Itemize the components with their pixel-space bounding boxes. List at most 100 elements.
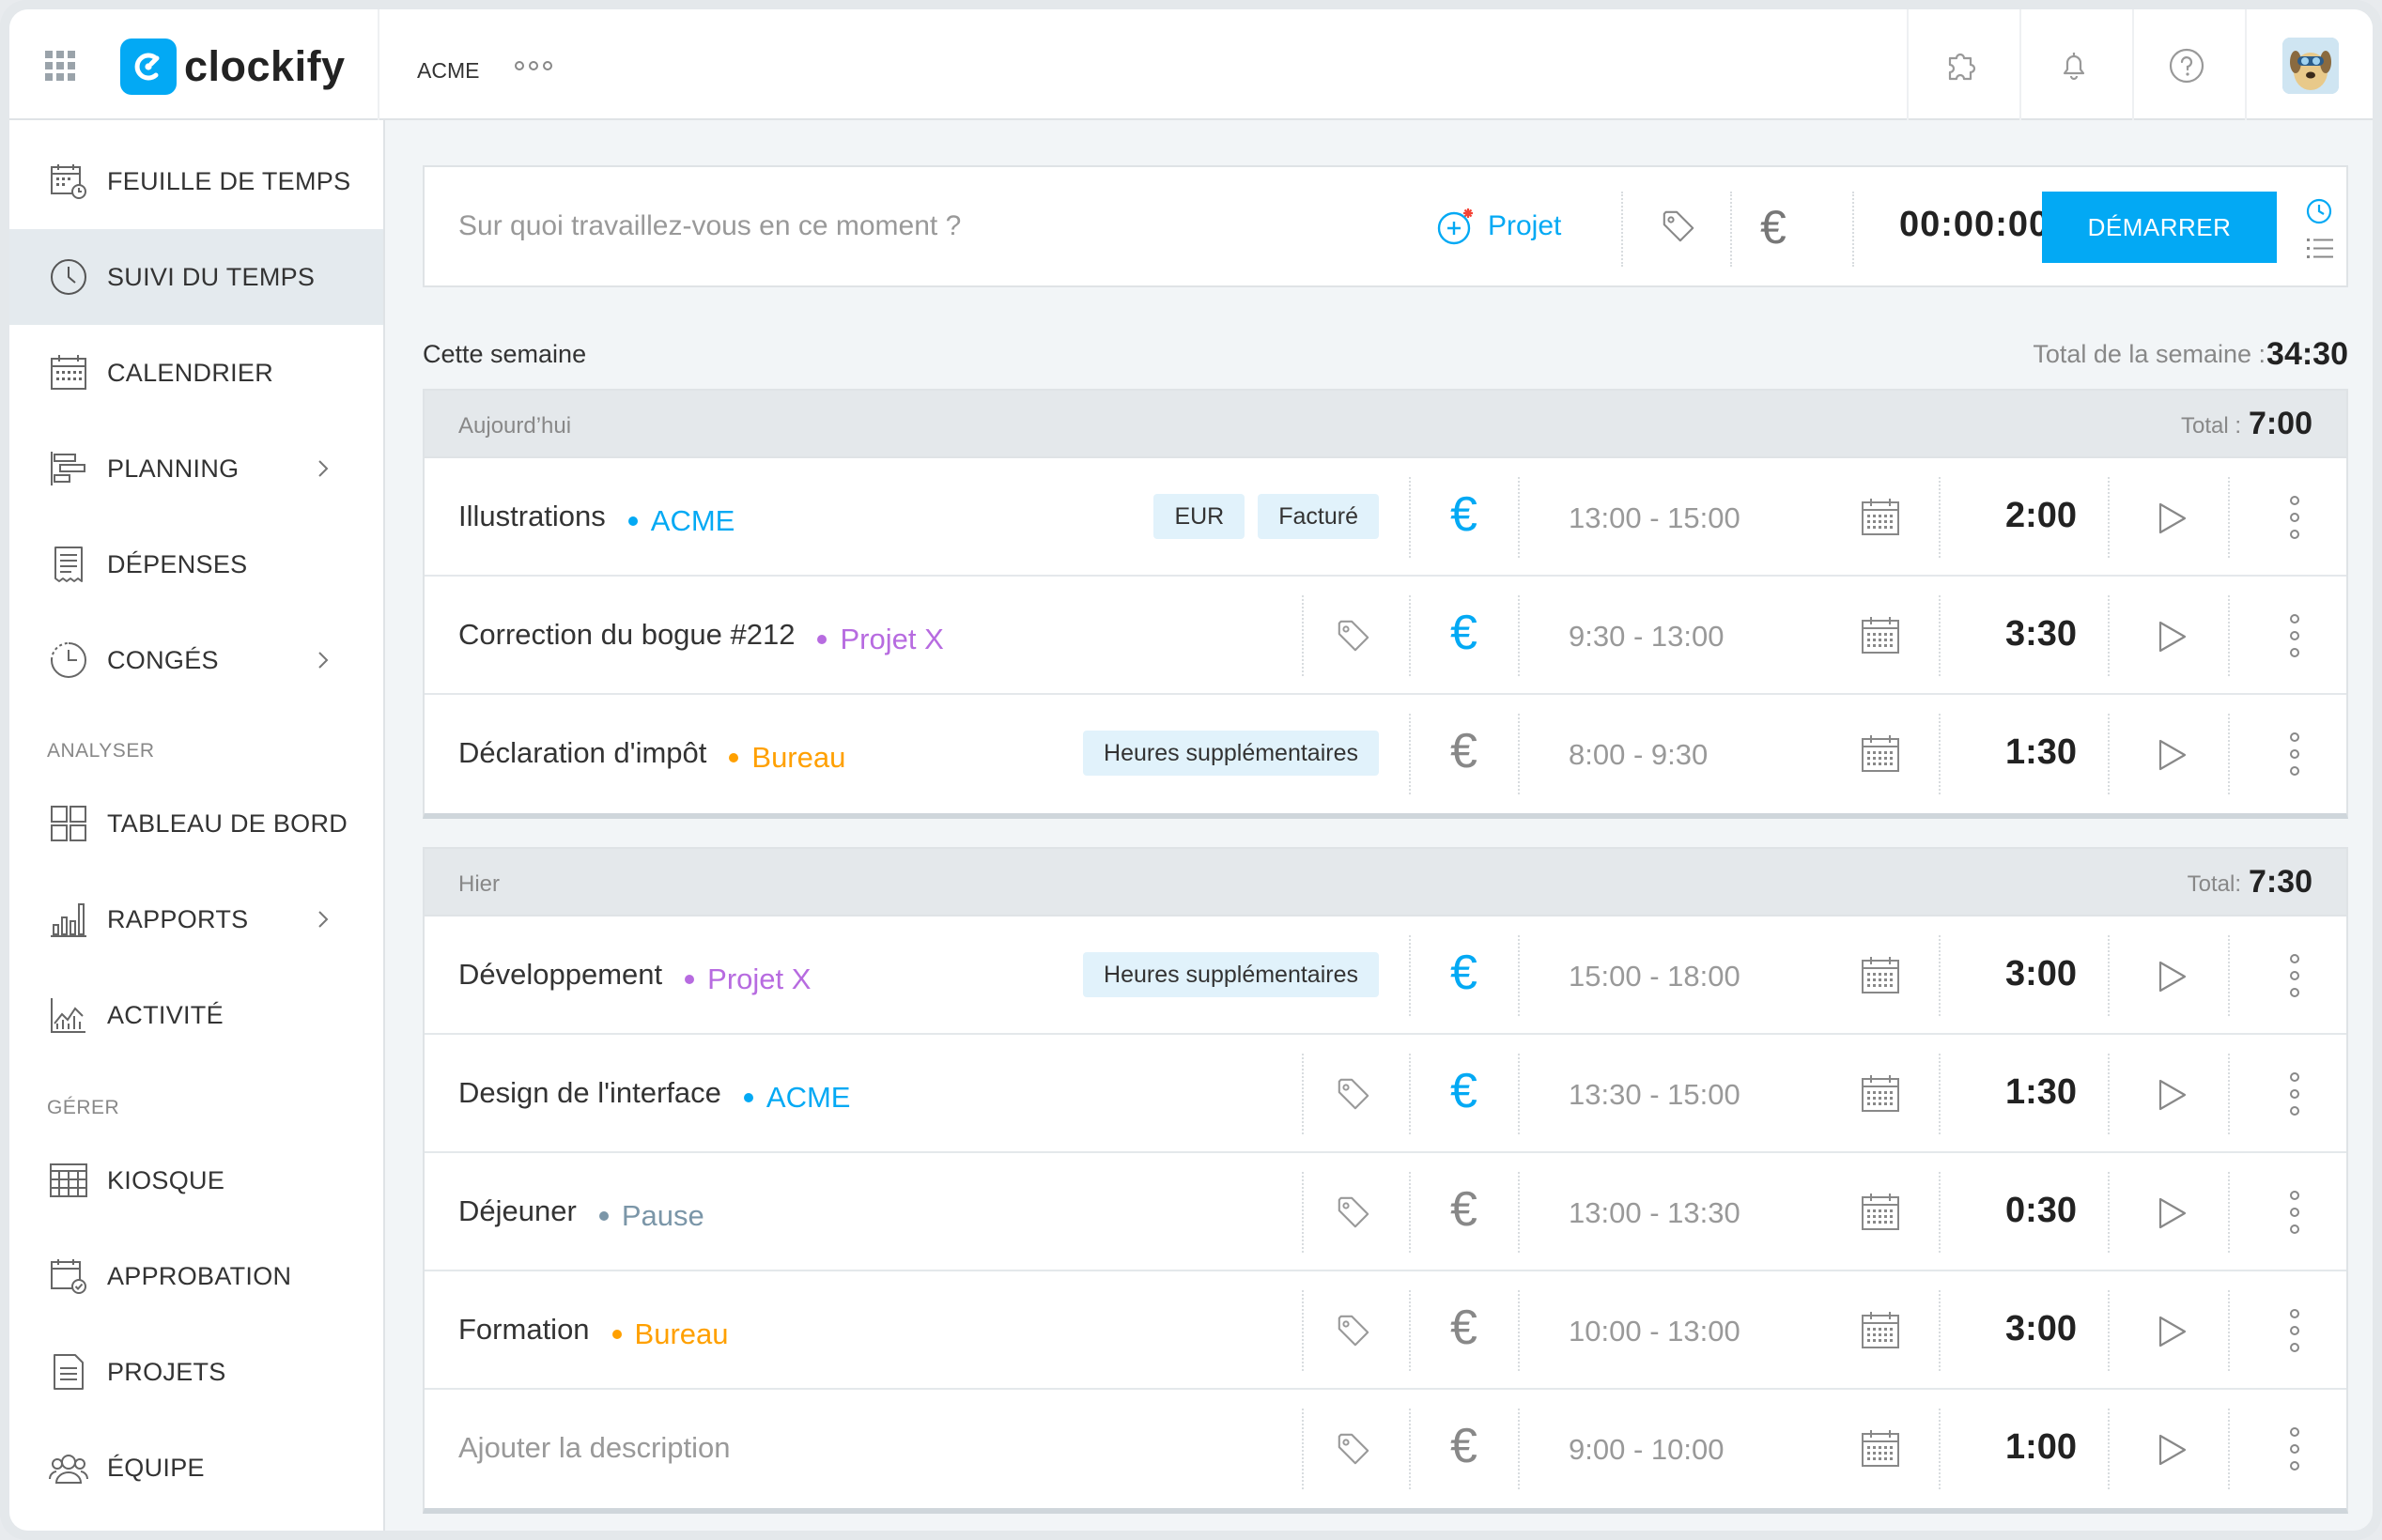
entry-duration[interactable]: 1:30 [1976, 1072, 2106, 1113]
entry-description[interactable]: Développement Projet X [458, 958, 811, 996]
start-button[interactable]: DÉMARRER [2042, 192, 2277, 263]
tag-chip[interactable]: Heures supplémentaires [1083, 731, 1379, 776]
entry-project[interactable]: Projet X [817, 623, 944, 656]
entry-time-range[interactable]: 9:30 - 13:00 [1569, 620, 1724, 654]
billable-euro-icon[interactable]: € [1450, 1300, 1477, 1356]
entry-duration[interactable]: 0:30 [1976, 1191, 2106, 1231]
sidebar-item-dashboard[interactable]: TABLEAU DE BORD [9, 776, 383, 871]
billable-euro-icon[interactable]: € [1450, 1418, 1477, 1474]
billable-euro-icon[interactable]: € [1450, 1063, 1477, 1119]
workspace-name[interactable]: ACME [417, 58, 479, 84]
entry-project[interactable]: Projet X [685, 962, 811, 996]
tag-icon[interactable] [1661, 208, 1698, 246]
billable-euro-icon[interactable]: € [1760, 201, 1786, 254]
entry-project[interactable]: Bureau [729, 741, 845, 775]
play-icon[interactable] [2153, 736, 2190, 774]
entry-project[interactable]: ACME [627, 504, 735, 538]
play-icon[interactable] [2153, 1431, 2190, 1469]
entry-time-range[interactable]: 15:00 - 18:00 [1569, 960, 1740, 993]
more-vertical-icon[interactable] [2288, 1427, 2301, 1471]
sidebar-item-planning[interactable]: PLANNING [9, 421, 383, 516]
entry-description[interactable]: Correction du bogue #212 Projet X [458, 618, 944, 656]
entry-time-range[interactable]: 13:00 - 15:00 [1569, 501, 1740, 535]
entry-duration[interactable]: 3:00 [1976, 954, 2106, 994]
user-avatar[interactable] [2282, 38, 2339, 94]
entry-time-range[interactable]: 9:00 - 10:00 [1569, 1433, 1724, 1467]
tag-chip[interactable]: Heures supplémentaires [1083, 952, 1379, 997]
sidebar-item-team[interactable]: ÉQUIPE [9, 1420, 383, 1516]
entry-project[interactable]: Bureau [611, 1317, 729, 1351]
sidebar-item-time-off[interactable]: CONGÉS [9, 612, 383, 708]
entry-description[interactable]: Formation Bureau [458, 1313, 729, 1351]
entry-description[interactable]: Ajouter la description [458, 1431, 731, 1465]
sidebar-item-approval[interactable]: APPROBATION [9, 1228, 383, 1324]
billable-euro-icon[interactable]: € [1450, 605, 1477, 661]
timer-description-input[interactable]: Sur quoi travaillez-vous en ce moment ? [458, 210, 961, 242]
entry-project[interactable]: Pause [598, 1199, 704, 1233]
billable-euro-icon[interactable]: € [1450, 486, 1477, 543]
more-vertical-icon[interactable] [2288, 496, 2301, 539]
manual-mode-list-icon[interactable] [2307, 237, 2333, 261]
workspace-more-icon[interactable] [515, 56, 556, 75]
calendar-icon[interactable] [1860, 1191, 1901, 1232]
calendar-icon[interactable] [1860, 496, 1901, 537]
entry-description[interactable]: Illustrations ACME [458, 500, 735, 538]
entry-description[interactable]: Design de l'interface ACME [458, 1076, 851, 1115]
sidebar-item-projects[interactable]: PROJETS [9, 1324, 383, 1420]
more-vertical-icon[interactable] [2288, 1309, 2301, 1352]
more-vertical-icon[interactable] [2288, 614, 2301, 657]
help-icon[interactable] [2166, 45, 2207, 86]
calendar-icon[interactable] [1860, 732, 1901, 774]
tag-chip[interactable]: EUR [1153, 494, 1245, 539]
play-icon[interactable] [2153, 958, 2190, 995]
billable-euro-icon[interactable]: € [1450, 945, 1477, 1001]
entry-time-range[interactable]: 10:00 - 13:00 [1569, 1315, 1740, 1348]
billable-euro-icon[interactable]: € [1450, 723, 1477, 779]
sidebar-item-kiosk[interactable]: KIOSQUE [9, 1132, 383, 1228]
entry-duration[interactable]: 1:30 [1976, 732, 2106, 773]
apps-grid-icon[interactable] [45, 51, 75, 81]
timer-project-picker[interactable]: Projet [1435, 207, 1561, 246]
entry-tags[interactable]: Heures supplémentaires [1083, 952, 1379, 997]
calendar-icon[interactable] [1860, 1072, 1901, 1114]
more-vertical-icon[interactable] [2288, 1072, 2301, 1116]
entry-description[interactable]: Déclaration d'impôt Bureau [458, 736, 845, 775]
entry-tags[interactable]: Heures supplémentaires [1083, 731, 1379, 776]
more-vertical-icon[interactable] [2288, 954, 2301, 997]
billable-euro-icon[interactable]: € [1450, 1181, 1477, 1238]
calendar-icon[interactable] [1860, 954, 1901, 995]
sidebar-item-timesheet[interactable]: FEUILLE DE TEMPS [9, 133, 383, 229]
timer-mode-clock-icon[interactable] [2305, 197, 2333, 225]
play-icon[interactable] [2153, 618, 2190, 655]
entry-duration[interactable]: 3:30 [1976, 614, 2106, 654]
tag-chip[interactable]: Facturé [1258, 494, 1379, 539]
entry-duration[interactable]: 3:00 [1976, 1309, 2106, 1349]
sidebar-item-activity[interactable]: ACTIVITÉ [9, 967, 383, 1063]
more-vertical-icon[interactable] [2288, 732, 2301, 776]
entry-time-range[interactable]: 13:00 - 13:30 [1569, 1196, 1740, 1230]
entry-time-range[interactable]: 13:30 - 15:00 [1569, 1078, 1740, 1112]
more-vertical-icon[interactable] [2288, 1191, 2301, 1234]
tag-icon[interactable] [1336, 1431, 1373, 1469]
entry-project[interactable]: ACME [743, 1081, 851, 1115]
tag-icon[interactable] [1336, 1076, 1373, 1114]
play-icon[interactable] [2153, 500, 2190, 537]
play-icon[interactable] [2153, 1313, 2190, 1350]
extensions-icon[interactable] [1941, 45, 1982, 86]
sidebar-item-time-tracker[interactable]: SUIVI DU TEMPS [9, 229, 383, 325]
tag-icon[interactable] [1336, 1313, 1373, 1350]
play-icon[interactable] [2153, 1194, 2190, 1232]
calendar-icon[interactable] [1860, 1309, 1901, 1350]
calendar-icon[interactable] [1860, 1427, 1901, 1469]
bell-icon[interactable] [2053, 45, 2095, 86]
tag-icon[interactable] [1336, 618, 1373, 655]
sidebar-item-reports[interactable]: RAPPORTS [9, 871, 383, 967]
entry-description[interactable]: Déjeuner Pause [458, 1194, 704, 1233]
entry-duration[interactable]: 2:00 [1976, 496, 2106, 536]
play-icon[interactable] [2153, 1076, 2190, 1114]
tag-icon[interactable] [1336, 1194, 1373, 1232]
sidebar-item-expenses[interactable]: DÉPENSES [9, 516, 383, 612]
entry-time-range[interactable]: 8:00 - 9:30 [1569, 738, 1708, 772]
sidebar-item-calendar[interactable]: CALENDRIER [9, 325, 383, 421]
brand-logo[interactable]: clockify [120, 38, 346, 96]
